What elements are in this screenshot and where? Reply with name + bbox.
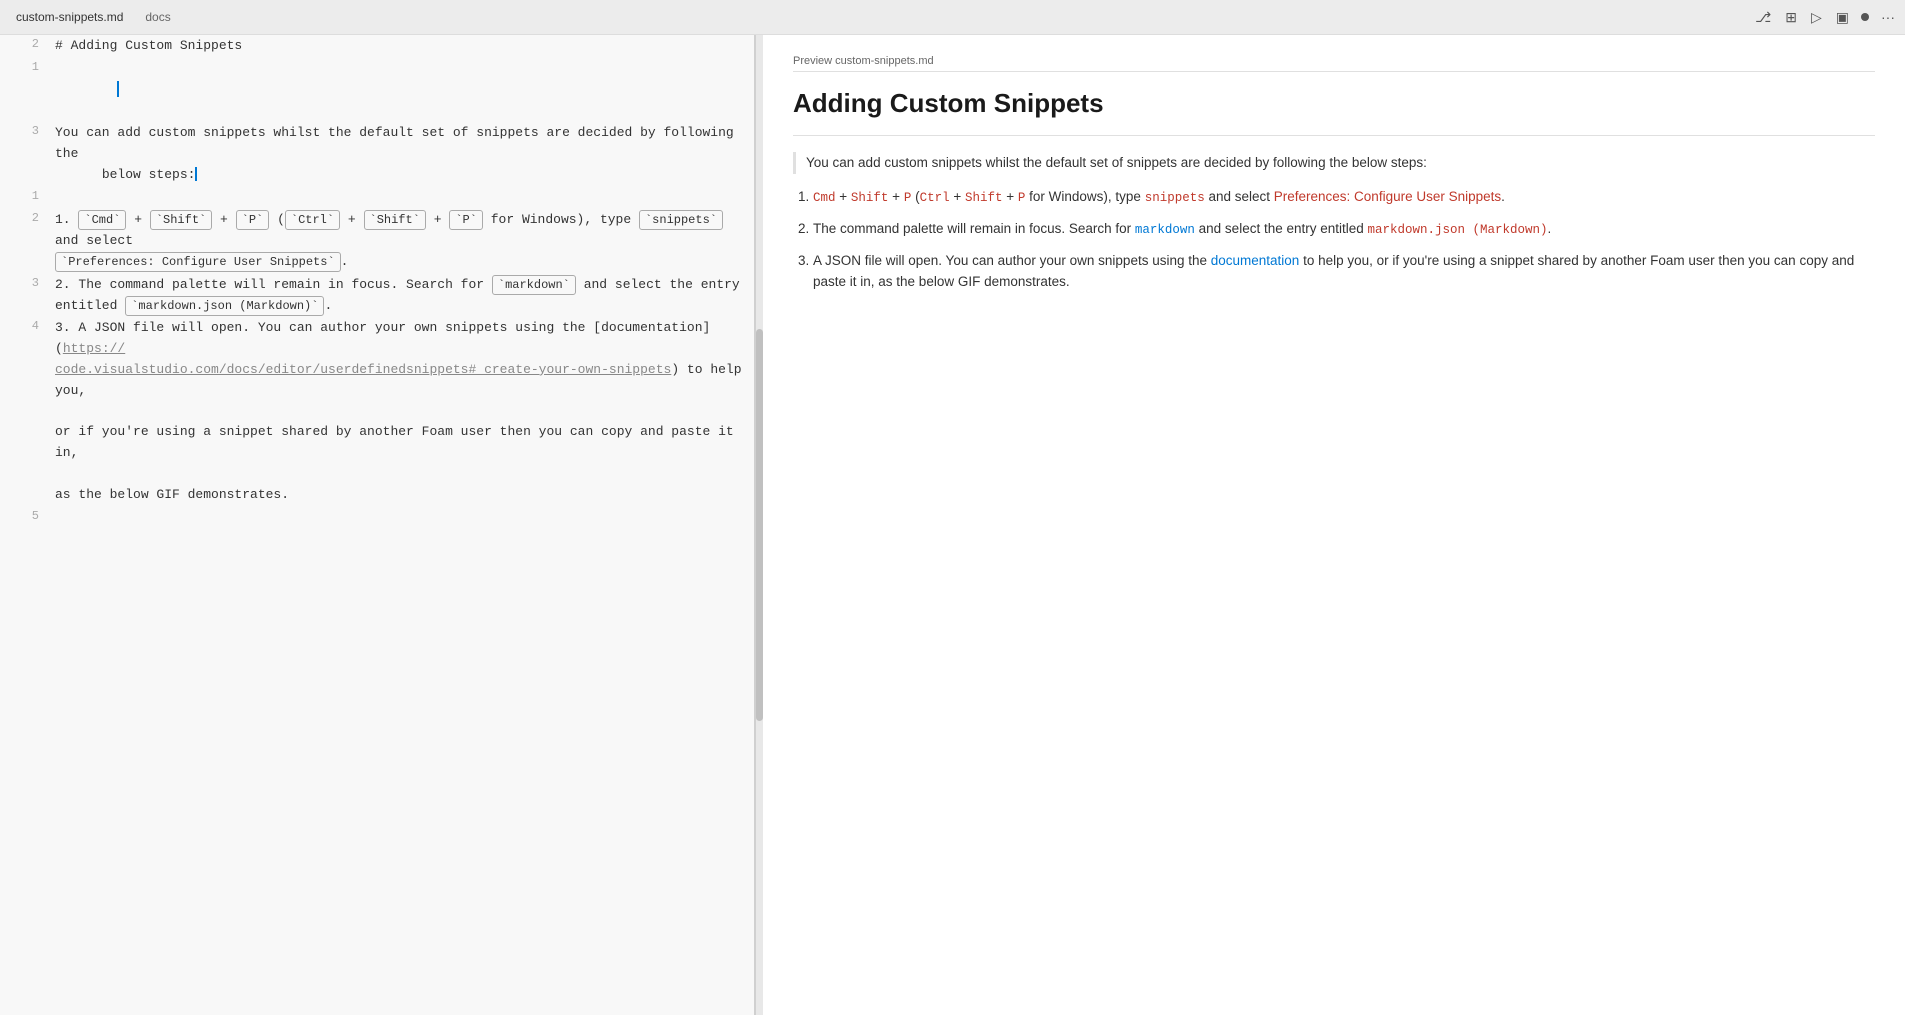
- line-num-3b: 3: [0, 275, 55, 317]
- documentation-link[interactable]: documentation: [1211, 253, 1300, 268]
- shift-key-1: Shift: [851, 191, 889, 205]
- line-num-4: 4: [0, 318, 55, 505]
- editor-line-1b: 1: [0, 187, 754, 210]
- preview-list: Cmd + Shift + P (Ctrl + Shift + P for Wi…: [793, 186, 1875, 293]
- line-num-5: 5: [0, 508, 55, 529]
- kbd-shift1: `Shift`: [150, 210, 212, 230]
- preview-intro: You can add custom snippets whilst the d…: [793, 152, 1875, 174]
- shift-key-2: Shift: [965, 191, 1003, 205]
- list-item-2-text: The command palette will remain in focus…: [813, 221, 1551, 236]
- layout-icon[interactable]: ▣: [1834, 7, 1851, 28]
- line-num-1a: 1: [0, 59, 55, 121]
- preview-divider: [793, 135, 1875, 136]
- line-num-2b: 2: [0, 210, 55, 272]
- line-num-1b: 1: [0, 188, 55, 209]
- list-item-1: Cmd + Shift + P (Ctrl + Shift + P for Wi…: [813, 186, 1875, 208]
- preferences-text: Preferences: Configure User Snippets: [1274, 189, 1501, 204]
- tab-dirname: docs: [137, 6, 178, 28]
- kbd-cmd: `Cmd`: [78, 210, 126, 230]
- ctrl-key: Ctrl: [920, 191, 950, 205]
- editor-link[interactable]: https:// code.visualstudio.com/docs/edit…: [55, 341, 671, 377]
- tab-bar-left: custom-snippets.md docs: [8, 6, 179, 28]
- preview-content: You can add custom snippets whilst the d…: [793, 152, 1875, 293]
- md-json-text: markdown.json (Markdown): [1368, 223, 1548, 237]
- kbd-ctrl: `Ctrl`: [285, 210, 340, 230]
- line-num-3: 3: [0, 123, 55, 185]
- kbd-p1: `P`: [236, 210, 270, 230]
- editor-line-2b: 2 1. `Cmd` + `Shift` + `P` (`Ctrl` + `Sh…: [0, 209, 754, 273]
- more-icon[interactable]: ···: [1879, 7, 1897, 27]
- line-num-2: 2: [0, 36, 55, 57]
- list-item-1-text: Cmd + Shift + P (Ctrl + Shift + P for Wi…: [813, 189, 1505, 204]
- kbd-mdfile: `markdown.json (Markdown)`: [125, 296, 324, 316]
- editor-line-5: 5: [0, 507, 754, 530]
- kbd-markdown: `markdown`: [492, 275, 576, 295]
- list-item-3-text: A JSON file will open. You can author yo…: [813, 253, 1854, 290]
- kbd-shift2: `Shift`: [364, 210, 426, 230]
- run-icon[interactable]: ▷: [1809, 7, 1824, 28]
- preview-pane: Preview custom-snippets.md Adding Custom…: [763, 35, 1905, 1015]
- kbd-preferences: `Preferences: Configure User Snippets`: [55, 252, 341, 272]
- scrollbar-thumb[interactable]: [756, 329, 763, 721]
- snippets-code: snippets: [1145, 191, 1205, 205]
- tab-bar: custom-snippets.md docs ⎇ ⊞ ▷ ▣ ···: [0, 0, 1905, 35]
- line-content-3[interactable]: You can add custom snippets whilst the d…: [55, 123, 754, 185]
- preview-header: Preview custom-snippets.md: [793, 55, 1875, 72]
- main-content: 2 # Adding Custom Snippets 1 3 You can a…: [0, 35, 1905, 1015]
- tab-bar-icons: ⎇ ⊞ ▷ ▣ ···: [1753, 7, 1897, 28]
- list-item-3: A JSON file will open. You can author yo…: [813, 250, 1875, 293]
- scrollbar-divider: [755, 35, 763, 1015]
- split-icon[interactable]: ⊞: [1783, 7, 1799, 28]
- editor-line-3: 3 You can add custom snippets whilst the…: [0, 122, 754, 186]
- markdown-code: markdown: [1135, 223, 1195, 237]
- list-item-2: The command palette will remain in focus…: [813, 218, 1875, 240]
- preview-title: Adding Custom Snippets: [793, 88, 1875, 119]
- line-content-5[interactable]: [55, 508, 754, 529]
- editor-line-3b: 3 2. The command palette will remain in …: [0, 274, 754, 318]
- branch-icon[interactable]: ⎇: [1753, 7, 1773, 28]
- line-content-1b[interactable]: [55, 188, 754, 209]
- p-key-1: P: [904, 191, 912, 205]
- editor-line-2: 2 # Adding Custom Snippets: [0, 35, 754, 58]
- editor-line-4: 4 3. A JSON file will open. You can auth…: [0, 317, 754, 506]
- kbd-p2: `P`: [449, 210, 483, 230]
- editor-pane[interactable]: 2 # Adding Custom Snippets 1 3 You can a…: [0, 35, 755, 1015]
- line-content-2[interactable]: # Adding Custom Snippets: [55, 36, 754, 57]
- editor-line-1a: 1: [0, 58, 754, 122]
- unsaved-dot: [1861, 13, 1869, 21]
- line-content-4[interactable]: 3. A JSON file will open. You can author…: [55, 318, 754, 505]
- tab-filename[interactable]: custom-snippets.md: [8, 6, 131, 28]
- text-cursor: [117, 81, 119, 97]
- line-content-3b[interactable]: 2. The command palette will remain in fo…: [55, 275, 754, 317]
- kbd-snippets: `snippets`: [639, 210, 723, 230]
- cmd-key: Cmd: [813, 191, 836, 205]
- line-content-2b[interactable]: 1. `Cmd` + `Shift` + `P` (`Ctrl` + `Shif…: [55, 210, 754, 272]
- line-content-1a[interactable]: [55, 59, 754, 121]
- p-key-2: P: [1018, 191, 1026, 205]
